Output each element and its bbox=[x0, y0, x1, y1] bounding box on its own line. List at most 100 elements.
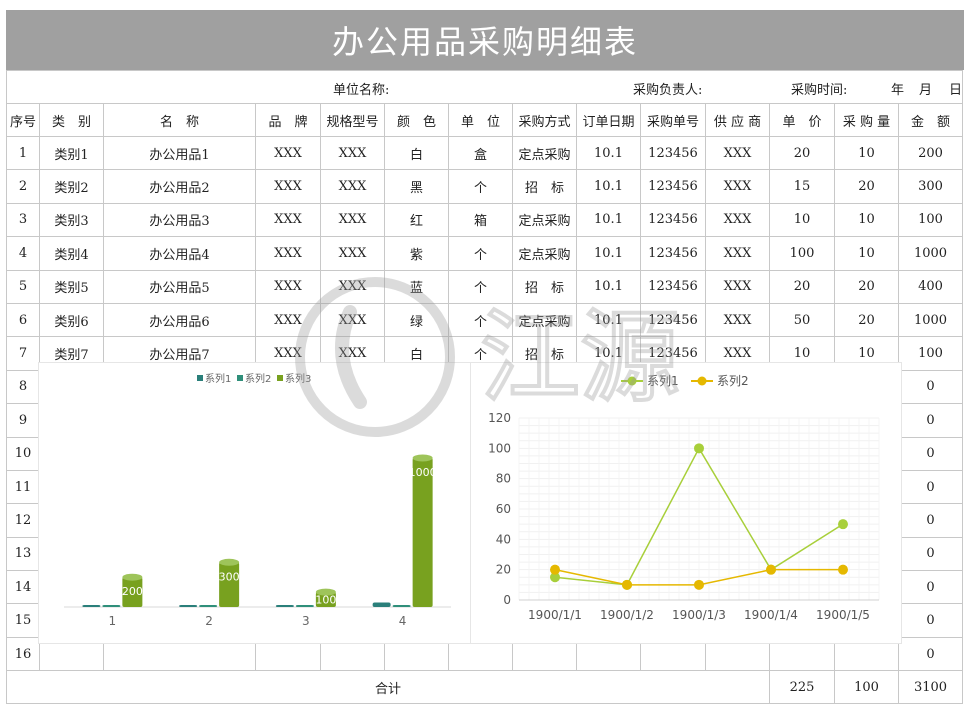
table-cell[interactable]: 类别4 bbox=[39, 236, 104, 271]
table-cell[interactable]: 123456 bbox=[640, 202, 706, 238]
table-cell[interactable]: 类别1 bbox=[39, 135, 104, 171]
table-cell[interactable]: 10.1 bbox=[576, 269, 641, 304]
table-cell[interactable]: 400 bbox=[898, 269, 963, 304]
table-cell[interactable]: 15 bbox=[6, 603, 40, 638]
table-cell[interactable]: 白 bbox=[384, 135, 449, 171]
table-cell[interactable]: 个 bbox=[448, 302, 513, 338]
table-cell[interactable]: 15 bbox=[769, 169, 835, 204]
column-header[interactable]: 单 价 bbox=[769, 103, 835, 137]
table-cell[interactable]: XXX bbox=[320, 236, 385, 271]
table-cell[interactable]: 100 bbox=[898, 202, 963, 238]
table-cell[interactable]: 123456 bbox=[640, 169, 706, 204]
table-cell[interactable]: 盒 bbox=[448, 135, 513, 171]
column-header[interactable]: 金 额 bbox=[898, 103, 963, 137]
table-cell[interactable]: 0 bbox=[898, 469, 963, 505]
table-cell[interactable]: 50 bbox=[769, 302, 835, 338]
table-cell[interactable]: 红 bbox=[384, 202, 449, 238]
table-cell[interactable]: 200 bbox=[898, 135, 963, 171]
bar[interactable] bbox=[179, 605, 198, 607]
table-cell[interactable]: XXX bbox=[255, 202, 321, 238]
data-point[interactable] bbox=[694, 579, 704, 590]
table-cell[interactable]: 箱 bbox=[448, 202, 513, 238]
table-cell[interactable]: XXX bbox=[705, 269, 770, 304]
bar[interactable] bbox=[199, 605, 218, 607]
table-cell[interactable]: XXX bbox=[320, 269, 385, 304]
total-label[interactable]: 合计 bbox=[6, 670, 770, 704]
table-cell[interactable]: 办公用品1 bbox=[103, 135, 256, 171]
data-point[interactable] bbox=[838, 519, 848, 530]
table-cell[interactable]: XXX bbox=[320, 135, 385, 171]
data-point[interactable] bbox=[766, 564, 776, 575]
data-point[interactable] bbox=[694, 443, 704, 454]
table-cell[interactable]: 16 bbox=[6, 636, 40, 672]
table-cell[interactable]: 14 bbox=[6, 570, 40, 605]
table-cell[interactable]: 黑 bbox=[384, 169, 449, 204]
table-cell[interactable]: 类别5 bbox=[39, 269, 104, 304]
data-point[interactable] bbox=[838, 564, 848, 575]
table-cell[interactable]: XXX bbox=[705, 169, 770, 204]
column-header[interactable]: 采购方式 bbox=[512, 103, 577, 137]
table-cell[interactable]: 1000 bbox=[898, 302, 963, 338]
table-cell[interactable]: XXX bbox=[705, 135, 770, 171]
table-cell[interactable]: 100 bbox=[898, 336, 963, 371]
total-qty[interactable]: 100 bbox=[834, 670, 899, 704]
table-cell[interactable]: 类别2 bbox=[39, 169, 104, 204]
table-cell[interactable]: XXX bbox=[705, 202, 770, 238]
table-cell[interactable]: 0 bbox=[898, 603, 963, 638]
table-cell[interactable]: 绿 bbox=[384, 302, 449, 338]
data-point[interactable] bbox=[622, 579, 632, 590]
table-cell[interactable]: 300 bbox=[898, 169, 963, 204]
table-cell[interactable]: 个 bbox=[448, 269, 513, 304]
table-cell[interactable]: 个 bbox=[448, 169, 513, 204]
total-price[interactable]: 225 bbox=[769, 670, 835, 704]
table-cell[interactable]: 10.1 bbox=[576, 169, 641, 204]
table-cell[interactable]: XXX bbox=[320, 302, 385, 338]
table-cell[interactable]: 10 bbox=[834, 236, 899, 271]
table-cell[interactable]: XXX bbox=[705, 302, 770, 338]
table-cell[interactable]: 办公用品5 bbox=[103, 269, 256, 304]
table-cell[interactable]: 5 bbox=[6, 269, 40, 304]
table-cell[interactable]: 10.1 bbox=[576, 135, 641, 171]
table-cell[interactable]: 8 bbox=[6, 369, 40, 405]
bar[interactable] bbox=[392, 605, 411, 607]
table-cell[interactable]: 招 标 bbox=[512, 269, 577, 304]
table-cell[interactable]: 办公用品2 bbox=[103, 169, 256, 204]
table-cell[interactable]: 定点采购 bbox=[512, 202, 577, 238]
table-cell[interactable]: 12 bbox=[6, 503, 40, 538]
bar[interactable] bbox=[102, 605, 121, 607]
table-cell[interactable]: 定点采购 bbox=[512, 302, 577, 338]
table-cell[interactable]: 10.1 bbox=[576, 202, 641, 238]
table-cell[interactable]: 办公用品6 bbox=[103, 302, 256, 338]
table-cell[interactable]: 20 bbox=[769, 269, 835, 304]
bar[interactable] bbox=[82, 605, 101, 607]
table-cell[interactable]: 10 bbox=[834, 135, 899, 171]
table-cell[interactable]: 办公用品4 bbox=[103, 236, 256, 271]
table-cell[interactable]: 0 bbox=[898, 436, 963, 471]
table-cell[interactable]: 0 bbox=[898, 403, 963, 438]
table-cell[interactable]: 1 bbox=[6, 135, 40, 171]
table-cell[interactable]: XXX bbox=[320, 169, 385, 204]
table-cell[interactable]: 0 bbox=[898, 636, 963, 672]
table-cell[interactable]: 10 bbox=[769, 202, 835, 238]
table-cell[interactable]: 蓝 bbox=[384, 269, 449, 304]
column-header[interactable]: 品 牌 bbox=[255, 103, 321, 137]
bar[interactable] bbox=[412, 458, 433, 607]
table-cell[interactable]: XXX bbox=[255, 169, 321, 204]
table-cell[interactable]: 123456 bbox=[640, 269, 706, 304]
table-cell[interactable]: 1000 bbox=[898, 236, 963, 271]
table-cell[interactable]: XXX bbox=[320, 202, 385, 238]
table-cell[interactable]: 11 bbox=[6, 469, 40, 505]
table-cell[interactable]: 20 bbox=[834, 302, 899, 338]
column-header[interactable]: 颜 色 bbox=[384, 103, 449, 137]
table-cell[interactable]: 3 bbox=[6, 202, 40, 238]
column-header[interactable]: 规格型号 bbox=[320, 103, 385, 137]
line-chart[interactable]: 0 20 40 60 80 100 120 1900/1/1 1900/1/2 1900/1/3 1… bbox=[470, 362, 902, 644]
column-header[interactable]: 序号 bbox=[6, 103, 40, 137]
table-cell[interactable]: 9 bbox=[6, 403, 40, 438]
table-cell[interactable]: 10 bbox=[6, 436, 40, 471]
bar[interactable] bbox=[372, 602, 391, 607]
table-cell[interactable]: 123456 bbox=[640, 135, 706, 171]
bar[interactable] bbox=[275, 605, 294, 607]
column-header[interactable]: 采购单号 bbox=[640, 103, 706, 137]
total-amount[interactable]: 3100 bbox=[898, 670, 963, 704]
